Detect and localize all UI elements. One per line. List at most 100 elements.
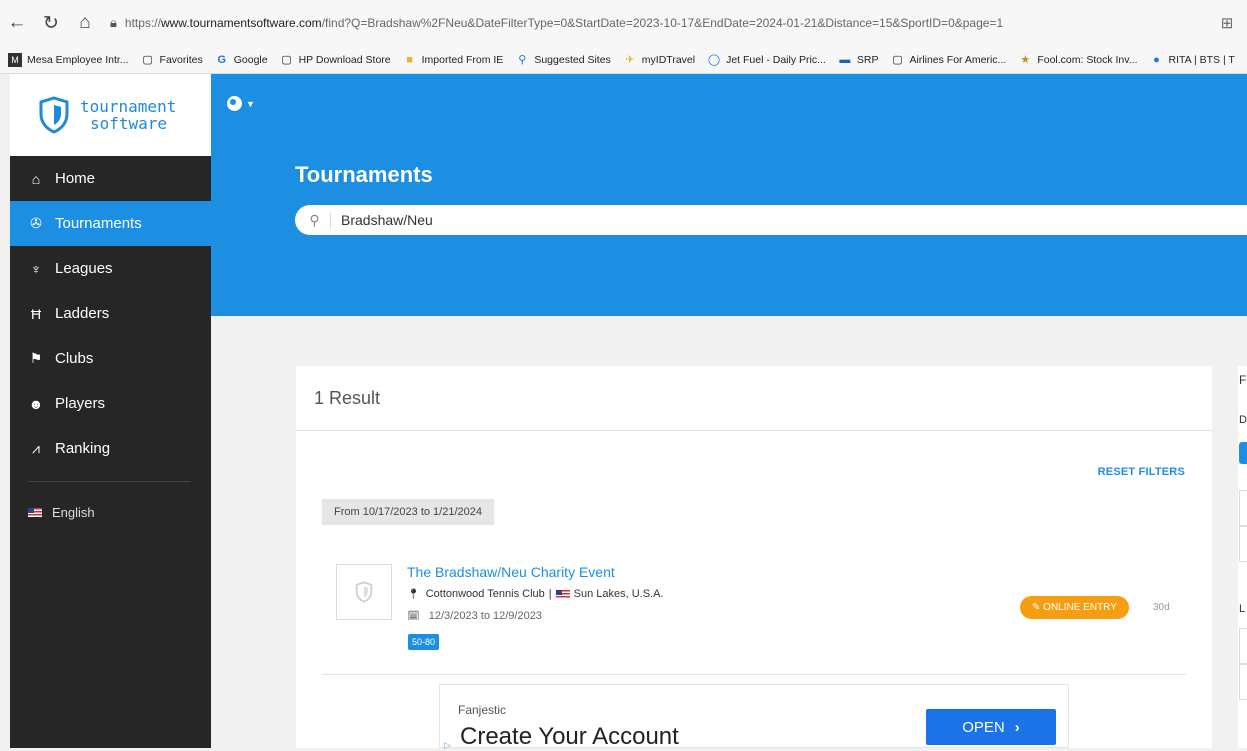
favorite-item[interactable]: ▬ SRP: [838, 53, 878, 67]
filter-panel-heading: F: [1239, 373, 1247, 387]
favorite-item[interactable]: ▢ HP Download Store: [280, 53, 390, 67]
us-flag-icon: [555, 589, 570, 599]
sidebar-item-ranking[interactable]: ⩘ Ranking: [10, 426, 211, 471]
filter-field[interactable]: [1239, 664, 1247, 700]
sidebar-item-ladders[interactable]: Ħ Ladders: [10, 291, 211, 336]
sidebar-item-leagues[interactable]: ♆ Leagues: [10, 246, 211, 291]
page-header: ▼ Tournaments ⚲: [211, 74, 1247, 316]
favorite-icon: ✈: [625, 54, 635, 66]
sport-menu-button[interactable]: ▼: [227, 96, 255, 111]
filter-field[interactable]: [1239, 526, 1247, 562]
sidebar: tournament software ⌂ Home ✇ Tournaments ♆…: [0, 74, 211, 748]
url-prefix: https://: [124, 16, 161, 30]
tournament-title-link[interactable]: The Bradshaw/Neu Charity Event: [407, 564, 615, 580]
tournament-thumbnail[interactable]: [336, 564, 392, 620]
ad-choices-icon[interactable]: ▷: [444, 740, 451, 751]
favorite-item[interactable]: ▢ Favorites: [141, 53, 202, 67]
filter-label: D: [1239, 414, 1247, 426]
favorite-icon: G: [217, 53, 227, 66]
favorite-item[interactable]: G Google: [215, 53, 267, 67]
address-bar[interactable]: 🔒︎ https:// www.tournamentsoftware.com /…: [102, 8, 1207, 38]
city-name: Sun Lakes, U.S.A.: [573, 588, 664, 600]
url-path: /find?Q=Bradshaw%2FNeu&DateFilterType=0&…: [321, 16, 1004, 30]
favorite-icon: ▢: [142, 54, 153, 66]
url-domain: www.tournamentsoftware.com: [160, 16, 322, 30]
advertisement[interactable]: ▷ Fanjestic Create Your Account OPEN ›: [439, 684, 1069, 751]
favorite-icon: ▬: [839, 53, 851, 66]
medal-icon: ✇: [30, 215, 42, 231]
club-name: Cottonwood Tennis Club: [425, 588, 545, 600]
filter-field[interactable]: [1239, 628, 1247, 664]
results-count: 1 Result: [314, 388, 381, 408]
favorite-icon: ◯: [707, 54, 721, 66]
reader-view-icon[interactable]: ⊞: [1207, 14, 1247, 32]
search-bar: ⚲: [295, 205, 1247, 235]
brand-line2: software: [90, 114, 168, 133]
list-item: The Bradshaw/Neu Charity Event 📍︎ Cotton…: [336, 564, 1186, 664]
ladder-icon: Ħ: [30, 305, 42, 322]
calendar-icon: 🗓︎: [407, 611, 420, 622]
filter-label: L: [1239, 603, 1246, 615]
ad-advertiser: Fanjestic: [458, 703, 507, 717]
us-flag-icon: [28, 507, 42, 517]
chevron-right-icon: ›: [1014, 718, 1020, 736]
players-icon: ☻: [28, 395, 44, 412]
ad-open-button[interactable]: OPEN ›: [926, 709, 1056, 745]
favorite-icon: ●: [1153, 53, 1160, 66]
search-icon[interactable]: ⚲: [299, 211, 331, 229]
sidebar-menu: ⌂ Home ✇ Tournaments ♆ Leagues Ħ Ladders ⚑ Cl…: [10, 156, 211, 471]
shield-placeholder-icon: [355, 581, 373, 603]
age-badge: 50-80: [408, 634, 440, 650]
sidebar-item-home[interactable]: ⌂ Home: [10, 156, 211, 201]
map-pin-icon: 📍︎: [407, 588, 420, 600]
filter-toggle[interactable]: [1239, 442, 1247, 464]
favorites-bar: M Mesa Employee Intr... ▢ Favorites G Googl…: [0, 46, 1247, 74]
tournament-location: 📍︎ Cottonwood Tennis Club | Sun Lakes, U…: [407, 588, 664, 600]
sidebar-divider: [28, 481, 191, 482]
favorite-icon: ▢: [892, 54, 903, 66]
sport-logo-icon: [227, 96, 242, 111]
sidebar-item-tournaments[interactable]: ✇ Tournaments: [10, 201, 211, 246]
lock-icon[interactable]: 🔒︎: [110, 15, 117, 31]
search-input[interactable]: [331, 212, 931, 228]
favorite-icon: ▢: [281, 54, 292, 66]
favorite-item[interactable]: ★ Fool.com: Stock Inv...: [1018, 53, 1137, 67]
favorite-icon: ⚲: [518, 54, 527, 66]
date-range-label: From 10/17/2023 to 1/21/2024: [322, 499, 494, 525]
favorite-item[interactable]: ▢ Airlines For Americ...: [890, 53, 1006, 67]
flag-icon: ⚑: [29, 350, 43, 366]
shield-logo-icon: [39, 96, 69, 134]
filter-panel: F D L: [1238, 366, 1247, 748]
browser-toolbar: ← ↻ ⌂ 🔒︎ https:// www.tournamentsoftware…: [0, 0, 1247, 46]
favorite-icon: M: [8, 52, 22, 67]
page-title: Tournaments: [295, 162, 433, 187]
favorite-item[interactable]: M Mesa Employee Intr...: [8, 52, 129, 67]
favorite-item[interactable]: ◯ Jet Fuel - Daily Pric...: [707, 53, 826, 67]
favorite-item[interactable]: ■ Imported From IE: [403, 53, 503, 67]
filter-field[interactable]: [1239, 490, 1247, 526]
back-icon[interactable]: ←: [0, 6, 34, 40]
home-icon[interactable]: ⌂: [68, 6, 102, 40]
favorite-item[interactable]: ● RITA | BTS | T: [1149, 53, 1235, 67]
days-remaining: 30d: [1153, 602, 1170, 613]
sidebar-item-clubs[interactable]: ⚑ Clubs: [10, 336, 211, 381]
favorite-icon: ■: [406, 53, 413, 66]
refresh-icon[interactable]: ↻: [34, 6, 68, 40]
home-icon: ⌂: [31, 170, 41, 187]
language-selector[interactable]: English: [10, 492, 211, 532]
trophy-icon: ♆: [30, 260, 42, 277]
favorite-item[interactable]: ⚲ Suggested Sites: [515, 53, 611, 67]
results-card: 1 Result RESET FILTERS From 10/17/2023 t…: [296, 366, 1212, 751]
separator: |: [548, 588, 552, 600]
divider: [296, 430, 1212, 431]
reset-filters-link[interactable]: RESET FILTERS: [1098, 466, 1185, 478]
chart-line-icon: ⩘: [32, 440, 40, 456]
sidebar-item-players[interactable]: ☻ Players: [10, 381, 211, 426]
online-entry-button[interactable]: ✎ ONLINE ENTRY: [1020, 596, 1129, 619]
divider: [322, 674, 1186, 675]
favorite-item[interactable]: ✈ myIDTravel: [623, 53, 695, 67]
brand-logo[interactable]: tournament software: [10, 74, 211, 156]
favorite-icon: ★: [1020, 54, 1031, 66]
pencil-icon: ✎: [1032, 602, 1041, 613]
tournament-dates: 🗓︎ 12/3/2023 to 12/9/2023: [407, 610, 542, 622]
